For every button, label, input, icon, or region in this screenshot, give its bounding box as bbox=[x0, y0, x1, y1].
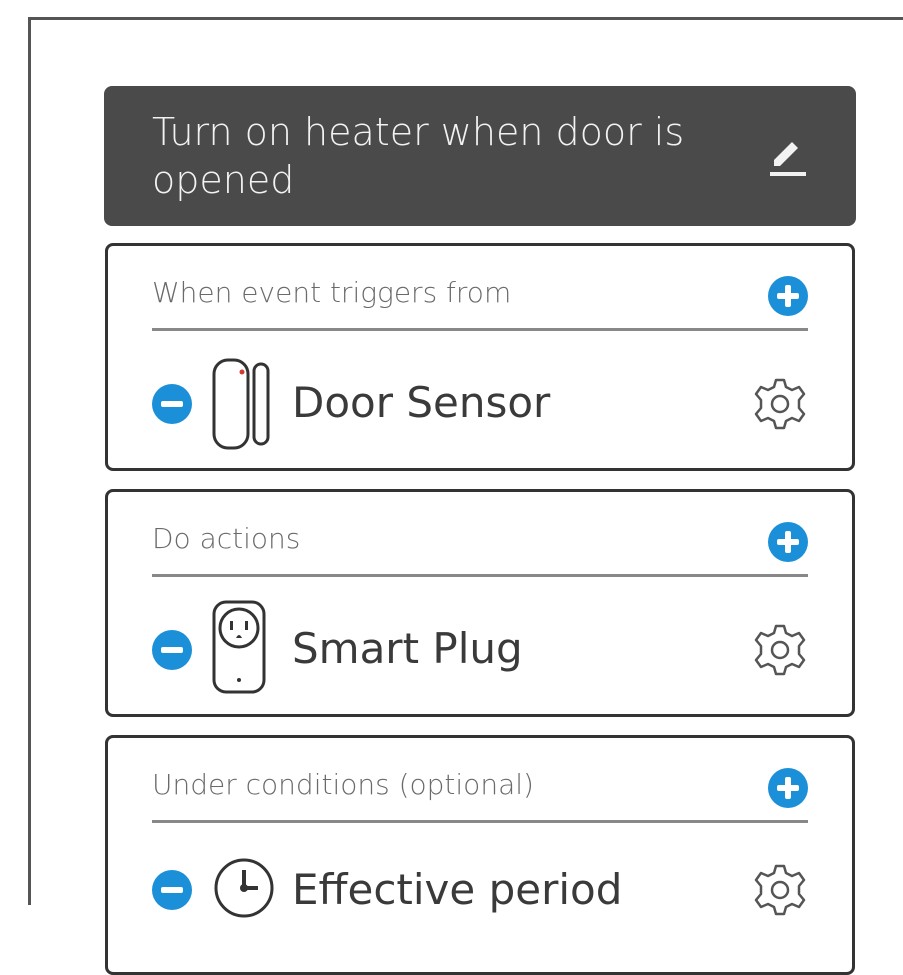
condition-item-name[interactable]: Effective period bbox=[292, 865, 622, 914]
conditions-section-header: Under conditions (optional) bbox=[152, 738, 808, 823]
remove-condition-minus-icon[interactable] bbox=[152, 870, 192, 910]
clock-icon bbox=[214, 858, 274, 918]
trigger-section: When event triggers from Door Sensor bbox=[105, 243, 855, 471]
pencil-icon[interactable] bbox=[764, 134, 810, 180]
rule-title: Turn on heater when door is opened bbox=[152, 110, 685, 202]
actions-section-title: Do actions bbox=[152, 522, 301, 555]
trigger-device-name[interactable]: Door Sensor bbox=[292, 378, 550, 427]
action-device-name[interactable]: Smart Plug bbox=[292, 624, 523, 673]
smart-plug-icon bbox=[212, 600, 266, 694]
remove-action-minus-icon[interactable] bbox=[152, 630, 192, 670]
conditions-section-title: Under conditions (optional) bbox=[152, 768, 534, 801]
door-sensor-icon bbox=[212, 358, 270, 450]
trigger-section-title: When event triggers from bbox=[152, 276, 512, 309]
trigger-settings-gear-icon[interactable] bbox=[752, 376, 808, 432]
conditions-section: Under conditions (optional) Effective pe… bbox=[105, 735, 855, 975]
remove-trigger-minus-icon[interactable] bbox=[152, 384, 192, 424]
condition-settings-gear-icon[interactable] bbox=[752, 862, 808, 918]
actions-section: Do actions Smart Plug bbox=[105, 489, 855, 717]
add-trigger-plus-icon[interactable] bbox=[768, 276, 808, 316]
frame-left-border bbox=[28, 17, 31, 905]
rule-title-bar: Turn on heater when door is opened bbox=[104, 86, 856, 226]
frame-top-border bbox=[28, 17, 903, 20]
actions-section-header: Do actions bbox=[152, 492, 808, 577]
trigger-section-header: When event triggers from bbox=[152, 246, 808, 331]
action-settings-gear-icon[interactable] bbox=[752, 622, 808, 678]
add-condition-plus-icon[interactable] bbox=[768, 768, 808, 808]
add-action-plus-icon[interactable] bbox=[768, 522, 808, 562]
